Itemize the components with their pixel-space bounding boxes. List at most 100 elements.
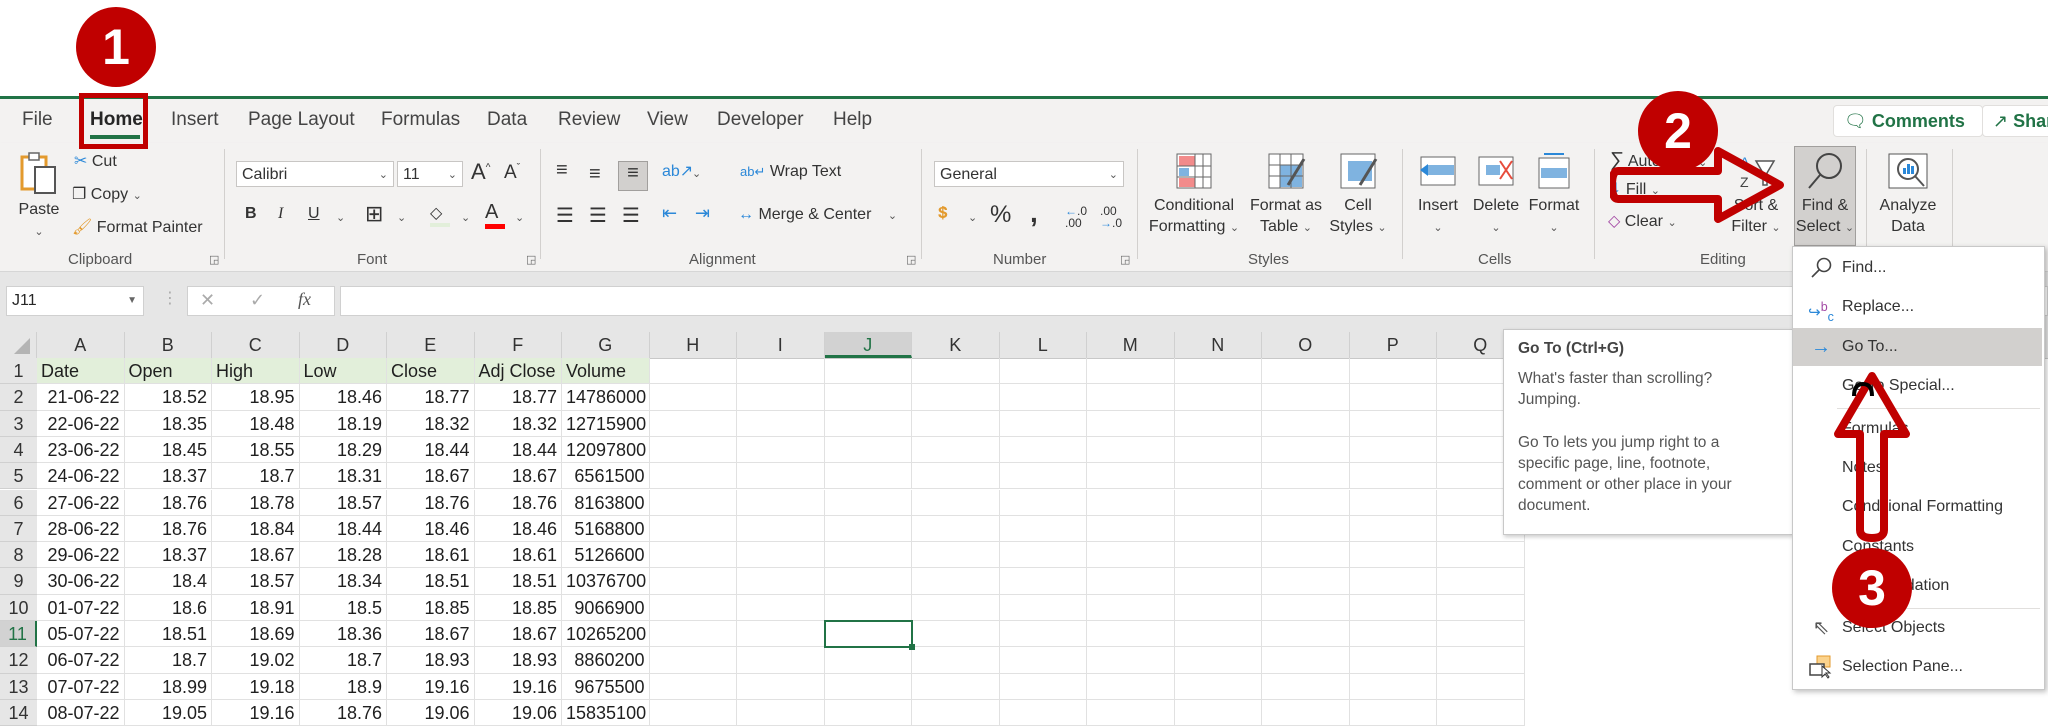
table-cell[interactable]: 18.44 bbox=[387, 436, 475, 464]
empty-cell[interactable] bbox=[1087, 384, 1175, 411]
column-header-o[interactable]: O bbox=[1262, 332, 1350, 358]
column-header-f[interactable]: F bbox=[475, 332, 562, 358]
comments-button[interactable]: 🗨︎ Comments bbox=[1833, 105, 1983, 137]
table-cell[interactable]: 18.4 bbox=[124, 568, 212, 595]
empty-cell[interactable] bbox=[1262, 515, 1350, 543]
empty-cell[interactable] bbox=[824, 515, 912, 543]
table-cell[interactable]: 01-07-22 bbox=[37, 594, 125, 621]
empty-cell[interactable] bbox=[737, 489, 825, 516]
empty-cell[interactable] bbox=[824, 673, 912, 700]
table-cell[interactable]: 19.06 bbox=[474, 699, 562, 726]
table-cell[interactable]: 18.76 bbox=[299, 699, 387, 726]
empty-cell[interactable] bbox=[1087, 515, 1175, 543]
table-cell[interactable]: 10265200 bbox=[562, 621, 650, 648]
tab-review[interactable]: Review bbox=[558, 109, 620, 131]
empty-cell[interactable] bbox=[737, 542, 825, 569]
column-header-k[interactable]: K bbox=[912, 332, 1000, 358]
empty-cell[interactable] bbox=[1349, 699, 1437, 726]
empty-cell[interactable] bbox=[737, 410, 825, 437]
format-painter-button[interactable]: 🖌︎ Format Painter bbox=[72, 217, 203, 237]
column-header-m[interactable]: M bbox=[1087, 332, 1175, 358]
table-header-cell[interactable]: Low bbox=[299, 358, 387, 385]
format-as-table-button[interactable]: Format as Table ⌄ bbox=[1246, 151, 1326, 239]
comma-style-button[interactable]: , bbox=[1030, 197, 1038, 229]
orientation-icon[interactable]: ab↗ bbox=[662, 161, 693, 181]
tab-data[interactable]: Data bbox=[487, 109, 527, 131]
empty-cell[interactable] bbox=[1349, 489, 1437, 516]
menu-item-go-to[interactable]: → Go To... bbox=[1793, 328, 2042, 366]
borders-icon[interactable]: ⊞ bbox=[365, 201, 383, 227]
bold-button[interactable]: B bbox=[245, 205, 257, 223]
table-cell[interactable]: 06-07-22 bbox=[37, 647, 125, 674]
empty-cell[interactable] bbox=[1087, 594, 1175, 621]
tab-help[interactable]: Help bbox=[833, 109, 872, 131]
table-cell[interactable]: 18.7 bbox=[212, 463, 300, 490]
table-cell[interactable]: 19.16 bbox=[387, 673, 475, 700]
empty-cell[interactable] bbox=[999, 515, 1087, 543]
column-header-h[interactable]: H bbox=[650, 332, 737, 358]
table-cell[interactable]: 18.78 bbox=[212, 489, 300, 516]
table-cell[interactable]: 27-06-22 bbox=[37, 489, 125, 516]
merge-center-button[interactable]: ↔ Merge & Center ⌄ bbox=[738, 206, 897, 224]
empty-cell[interactable] bbox=[999, 673, 1087, 700]
empty-cell[interactable] bbox=[649, 515, 737, 543]
empty-cell[interactable] bbox=[649, 489, 737, 516]
table-cell[interactable]: 18.28 bbox=[299, 542, 387, 569]
column-header-a[interactable]: A bbox=[37, 332, 125, 358]
table-cell[interactable]: 18.85 bbox=[474, 594, 562, 621]
paste-button[interactable]: Paste ⌄ bbox=[14, 151, 64, 243]
empty-cell[interactable] bbox=[737, 384, 825, 411]
empty-cell[interactable] bbox=[649, 436, 737, 464]
table-cell[interactable]: 15835100 bbox=[562, 699, 650, 726]
table-cell[interactable]: 18.67 bbox=[212, 542, 300, 569]
empty-cell[interactable] bbox=[1087, 436, 1175, 464]
table-cell[interactable]: 12715900 bbox=[562, 410, 650, 437]
empty-cell[interactable] bbox=[912, 673, 1000, 700]
table-cell[interactable]: 18.35 bbox=[124, 410, 212, 437]
table-cell[interactable]: 08-07-22 bbox=[37, 699, 125, 726]
table-cell[interactable]: 6561500 bbox=[562, 463, 650, 490]
empty-cell[interactable] bbox=[649, 673, 737, 700]
table-cell[interactable]: 18.52 bbox=[124, 384, 212, 411]
align-center-icon[interactable]: ☰ bbox=[589, 203, 607, 228]
empty-cell[interactable] bbox=[1262, 410, 1350, 437]
table-cell[interactable]: 18.67 bbox=[474, 463, 562, 490]
row-header[interactable]: 1 bbox=[0, 358, 37, 385]
empty-cell[interactable] bbox=[1174, 647, 1262, 674]
empty-cell[interactable] bbox=[1262, 594, 1350, 621]
empty-cell[interactable] bbox=[912, 384, 1000, 411]
table-cell[interactable]: 18.55 bbox=[212, 436, 300, 464]
column-header-j[interactable]: J bbox=[824, 332, 912, 358]
increase-indent-icon[interactable]: ⇥ bbox=[695, 203, 710, 224]
row-header[interactable]: 8 bbox=[0, 542, 37, 569]
select-all-button[interactable] bbox=[0, 332, 37, 358]
increase-decimal-icon[interactable]: ←.0.00 bbox=[1065, 205, 1087, 229]
empty-cell[interactable] bbox=[649, 542, 737, 569]
table-cell[interactable]: 18.51 bbox=[387, 568, 475, 595]
table-cell[interactable]: 19.18 bbox=[212, 673, 300, 700]
increase-font-size-button[interactable]: A^ bbox=[471, 159, 490, 185]
copy-button[interactable]: ❐ Copy ⌄ bbox=[72, 184, 142, 204]
empty-cell[interactable] bbox=[649, 463, 737, 490]
empty-cell[interactable] bbox=[1437, 647, 1525, 674]
empty-cell[interactable] bbox=[737, 594, 825, 621]
table-cell[interactable]: 18.93 bbox=[474, 647, 562, 674]
menu-item-replace[interactable]: ↪bc Replace... bbox=[1793, 288, 2042, 326]
table-cell[interactable]: 18.51 bbox=[124, 621, 212, 648]
empty-cell[interactable] bbox=[824, 436, 912, 464]
menu-item-notes[interactable]: Notes bbox=[1793, 449, 2042, 487]
table-cell[interactable]: 18.95 bbox=[212, 384, 300, 411]
empty-cell[interactable] bbox=[1262, 621, 1350, 648]
empty-cell[interactable] bbox=[1174, 699, 1262, 726]
table-cell[interactable]: 18.37 bbox=[124, 542, 212, 569]
table-cell[interactable]: 18.45 bbox=[124, 436, 212, 464]
empty-cell[interactable] bbox=[1087, 673, 1175, 700]
tab-view[interactable]: View bbox=[647, 109, 688, 131]
table-cell[interactable]: 18.48 bbox=[212, 410, 300, 437]
table-header-cell[interactable]: Open bbox=[124, 358, 212, 385]
menu-item-formulas[interactable]: Formulas bbox=[1793, 410, 2042, 448]
table-header-cell[interactable]: Date bbox=[37, 358, 125, 385]
empty-cell[interactable] bbox=[912, 436, 1000, 464]
empty-cell[interactable] bbox=[1087, 358, 1175, 385]
table-cell[interactable]: 18.69 bbox=[212, 621, 300, 648]
